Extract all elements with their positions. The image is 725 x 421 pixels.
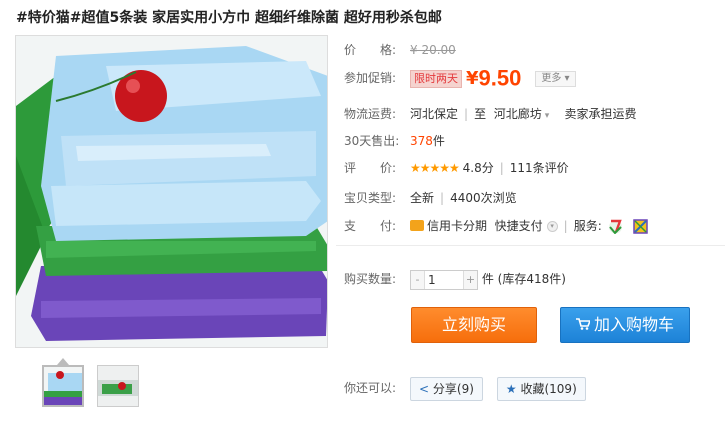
seven-day-return-icon[interactable] bbox=[608, 219, 623, 234]
towel-photo bbox=[16, 36, 327, 347]
quantity-unit: 件 bbox=[481, 272, 494, 286]
thumbnail-towel-image bbox=[98, 366, 138, 406]
view-count: 4400次浏览 bbox=[450, 191, 517, 205]
social-row: 你还可以: < 分享(9) ★ 收藏(109) bbox=[344, 375, 586, 401]
sold-row: 30天售出: 378件 bbox=[344, 131, 445, 151]
item-type-label: 宝贝类型: bbox=[344, 191, 397, 205]
rating-score: 4.8分 bbox=[462, 161, 494, 175]
quantity-label: 购买数量: bbox=[344, 272, 397, 286]
payment-divider: | bbox=[563, 219, 568, 233]
sold-count: 378 bbox=[410, 134, 433, 148]
installment-link[interactable]: 信用卡分期 bbox=[427, 219, 487, 233]
guarantee-badge-icon[interactable] bbox=[633, 219, 648, 234]
ship-to-prefix: 至 bbox=[474, 107, 487, 121]
section-divider bbox=[336, 245, 725, 246]
quantity-input[interactable] bbox=[426, 270, 462, 289]
payment-row: 支 付: 信用卡分期 快捷支付 ▾ | 服务: bbox=[344, 216, 648, 236]
quantity-decrease-button[interactable]: - bbox=[411, 270, 425, 289]
promo-row: 参加促销: 限时两天 ¥9.50 更多 ▾ bbox=[344, 64, 576, 92]
price-label: 价 格: bbox=[344, 43, 397, 57]
chevron-down-icon[interactable]: ▾ bbox=[545, 111, 550, 121]
promo-price: 9.50 bbox=[478, 65, 522, 91]
rating-row: 评 价: ★★★★★ 4.8分 | 111条评价 bbox=[344, 158, 569, 178]
sold-label: 30天售出: bbox=[344, 134, 400, 148]
promo-label: 参加促销: bbox=[344, 71, 397, 85]
favorite-label: 收藏(109) bbox=[520, 381, 577, 396]
payment-label: 支 付: bbox=[344, 219, 397, 233]
item-type-row: 宝贝类型: 全新 | 4400次浏览 bbox=[344, 188, 517, 208]
ship-from: 河北保定 bbox=[410, 107, 459, 121]
shipping-label: 物流运费: bbox=[344, 107, 397, 121]
quantity-row: 购买数量:-+ 件 (库存418件) bbox=[344, 268, 566, 290]
thumbnail-towel-image bbox=[44, 367, 82, 405]
promo-currency: ¥ bbox=[466, 67, 479, 89]
rating-stars-icon: ★★★★★ bbox=[410, 161, 460, 175]
ship-to-selector[interactable]: 河北廊坊 bbox=[494, 107, 542, 121]
share-button[interactable]: < 分享(9) bbox=[410, 376, 483, 401]
credit-card-icon bbox=[410, 220, 424, 231]
star-icon: ★ bbox=[505, 381, 517, 396]
sold-unit: 件 bbox=[432, 134, 445, 148]
rating-label: 评 价: bbox=[344, 161, 397, 175]
share-icon: < bbox=[419, 381, 430, 396]
thumbnail-1[interactable] bbox=[42, 365, 84, 407]
service-label: 服务: bbox=[573, 219, 602, 233]
ship-divider: | bbox=[464, 107, 469, 121]
shipping-row: 物流运费: 河北保定 | 至 河北廊坊 ▾ 卖家承担运费 bbox=[344, 104, 637, 124]
rating-divider: | bbox=[499, 161, 504, 175]
stock-count: (库存418件) bbox=[497, 272, 566, 286]
quantity-stepper: -+ bbox=[410, 269, 478, 290]
more-promos-button[interactable]: 更多 ▾ bbox=[535, 70, 576, 87]
add-to-cart-label: 加入购物车 bbox=[593, 315, 674, 334]
promo-tag: 限时两天 bbox=[410, 69, 462, 88]
add-to-cart-button[interactable]: 加入购物车 bbox=[560, 307, 690, 343]
original-price: ¥ 20.00 bbox=[410, 43, 456, 57]
item-condition: 全新 bbox=[410, 191, 435, 205]
product-title: #特价猫#超值5条装 家居实用小方巾 超细纤维除菌 超好用秒杀包邮 bbox=[16, 10, 442, 26]
buy-now-button[interactable]: 立刻购买 bbox=[411, 307, 537, 343]
buy-now-label: 立刻购买 bbox=[441, 315, 506, 334]
quantity-increase-button[interactable]: + bbox=[463, 270, 477, 289]
type-divider: | bbox=[440, 191, 445, 205]
share-label: 分享(9) bbox=[432, 381, 474, 396]
reviews-link[interactable]: 111条评价 bbox=[510, 161, 569, 175]
social-label: 你还可以: bbox=[344, 381, 397, 395]
price-row: 价 格: ¥ 20.00 bbox=[344, 40, 456, 60]
main-product-image[interactable] bbox=[15, 35, 328, 348]
favorite-button[interactable]: ★ 收藏(109) bbox=[496, 376, 586, 401]
thumbnail-pointer-icon bbox=[57, 358, 69, 365]
expand-icon[interactable]: ▾ bbox=[546, 221, 558, 232]
thumbnail-2[interactable] bbox=[97, 365, 139, 407]
shipping-fee: 卖家承担运费 bbox=[564, 107, 637, 121]
quick-pay-link[interactable]: 快捷支付 bbox=[495, 219, 543, 233]
cart-icon bbox=[575, 317, 590, 330]
